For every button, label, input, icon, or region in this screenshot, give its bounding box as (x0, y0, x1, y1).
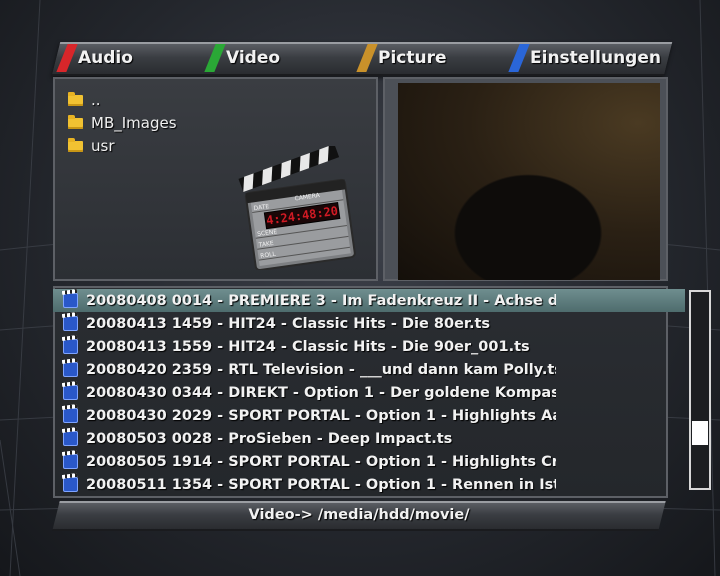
list-item[interactable]: 20080413 1559 - HIT24 - Classic Hits - D… (53, 335, 685, 358)
list-item-label: 20080505 1914 - SPORT PORTAL - Option 1 … (86, 453, 556, 470)
tab-einstellungen-label: Einstellungen (530, 48, 661, 68)
folder-icon (68, 114, 83, 129)
list-item[interactable]: 20080420 2359 - RTL Television - ___und … (53, 358, 685, 381)
movie-icon (63, 339, 78, 354)
current-path: Video-> /media/hdd/movie/ (248, 507, 470, 523)
preview-panel (383, 77, 668, 281)
list-scrollbar[interactable] (689, 290, 711, 490)
tab-audio[interactable]: Audio (56, 44, 133, 72)
list-item-label: 20080408 0014 - PREMIERE 3 - Im Fadenkre… (86, 292, 556, 309)
list-item-label: 20080503 0028 - ProSieben - Deep Impact.… (86, 430, 453, 447)
folder-item-label: usr (91, 137, 115, 155)
list-item-label: 20080430 0344 - DIREKT - Option 1 - Der … (86, 384, 556, 401)
list-item-selected[interactable]: 20080408 0014 - PREMIERE 3 - Im Fadenkre… (53, 289, 685, 312)
list-item-label: 20080511 1354 - SPORT PORTAL - Option 1 … (86, 476, 556, 493)
tab-video[interactable]: Video (204, 44, 281, 72)
list-item-label: 20080420 2359 - RTL Television - ___und … (86, 361, 556, 378)
movie-icon (63, 477, 78, 492)
tab-video-label: Video (226, 48, 281, 68)
tab-audio-label: Audio (78, 48, 133, 68)
folder-item-parent[interactable]: .. (68, 89, 101, 111)
list-item[interactable]: 20080430 0344 - DIREKT - Option 1 - Der … (53, 381, 685, 404)
folder-item-mb-images[interactable]: MB_Images (68, 112, 177, 134)
movie-icon (63, 454, 78, 469)
movie-icon (63, 431, 78, 446)
list-item-label: 20080430 2029 - SPORT PORTAL - Option 1 … (86, 407, 556, 424)
list-item[interactable]: 20080511 1354 - SPORT PORTAL - Option 1 … (53, 473, 685, 496)
folder-icon (68, 91, 83, 106)
list-item-label: 20080413 1459 - HIT24 - Classic Hits - D… (86, 315, 491, 332)
movie-icon (63, 293, 78, 308)
folder-icon (68, 137, 83, 152)
movie-icon (63, 316, 78, 331)
movie-icon (63, 362, 78, 377)
scrollbar-thumb[interactable] (692, 421, 708, 445)
folder-item-label: .. (91, 91, 101, 109)
movie-icon (63, 408, 78, 423)
tab-einstellungen[interactable]: Einstellungen (508, 44, 661, 72)
list-item[interactable]: 20080503 0028 - ProSieben - Deep Impact.… (53, 427, 685, 450)
video-preview-thumbnail (398, 83, 660, 280)
list-item[interactable]: 20080413 1459 - HIT24 - Classic Hits - D… (53, 312, 685, 335)
tab-picture-label: Picture (378, 48, 447, 68)
tab-picture[interactable]: Picture (356, 44, 447, 72)
clapperboard-icon: DATE CAMERA SCENE TAKE ROLL 4:24:48:20 (238, 146, 356, 270)
list-item[interactable]: 20080430 2029 - SPORT PORTAL - Option 1 … (53, 404, 685, 427)
folder-item-label: MB_Images (91, 114, 177, 132)
list-item[interactable]: 20080505 1914 - SPORT PORTAL - Option 1 … (53, 450, 685, 473)
list-item-label: 20080413 1559 - HIT24 - Classic Hits - D… (86, 338, 530, 355)
movie-icon (63, 385, 78, 400)
folder-item-usr[interactable]: usr (68, 135, 115, 157)
